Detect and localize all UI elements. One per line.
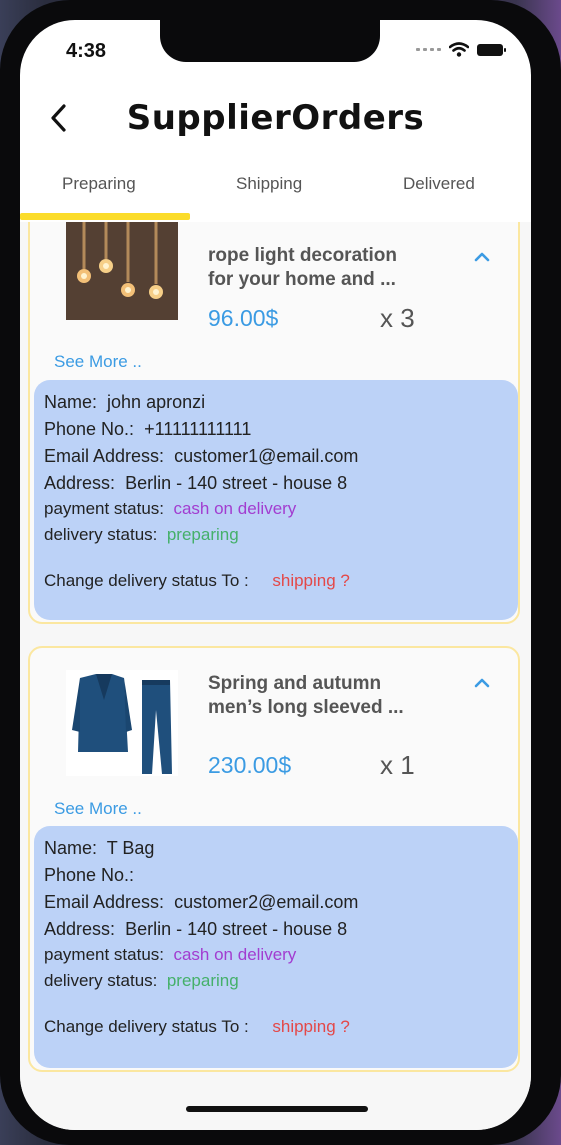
tab-delivered[interactable]: Delivered [403,174,475,194]
delivery-status-value: preparing [166,525,239,544]
change-status-row: Change delivery status To : shipping ? [44,571,350,590]
wifi-icon [449,42,469,57]
phone-row: Phone No.: [44,865,135,885]
product-price: 96.00$ [208,305,279,331]
product-quantity: x 1 [380,750,415,780]
notch [160,20,380,62]
app-bar: SupplierOrders [20,84,531,154]
email-row: Email Address: customer1@email.com [44,446,359,466]
customer-details: Name: john apronzi Phone No.: +111111111… [34,380,518,620]
phone-row: Phone No.: +11111111111 [44,419,252,439]
change-status-row: Change delivery status To : shipping ? [44,1017,350,1036]
payment-status-value: cash on delivery [173,945,297,964]
delivery-status-row: delivery status: preparing [44,971,239,990]
orders-list[interactable]: rope light decoration for your home and … [20,222,531,1130]
tab-preparing[interactable]: Preparing [62,174,136,194]
address-row: Address: Berlin - 140 street - house 8 [44,919,348,939]
customer-details: Name: T Bag Phone No.: Email Address: cu… [34,826,518,1068]
payment-status-row: payment status: cash on delivery [44,945,297,964]
email-row: Email Address: customer2@email.com [44,892,359,912]
delivery-status-value: preparing [166,971,239,990]
app-screen: 4:38 SupplierOrders Preparing Shipping D… [20,20,531,1130]
home-indicator[interactable] [186,1106,368,1112]
suit-image [66,670,178,776]
order-card: Spring and autumn men’s long sleeved ...… [28,646,520,1072]
tab-bar: Preparing Shipping Delivered [20,168,531,222]
chevron-up-icon[interactable] [472,676,492,690]
page-title: SupplierOrders [126,98,425,138]
rope-light-image [66,222,178,320]
customer-name-row: Name: T Bag [44,838,155,858]
product-quantity: x 3 [380,303,415,333]
tab-shipping[interactable]: Shipping [236,174,302,194]
customer-name-row: Name: john apronzi [44,392,206,412]
product-name: rope light decoration for your home and … [208,245,397,290]
change-status-button[interactable]: shipping ? [272,1017,350,1036]
delivery-status-row: delivery status: preparing [44,525,239,544]
see-more-link[interactable]: See More .. [54,799,142,819]
battery-icon [477,43,506,56]
product-price: 230.00$ [208,752,292,778]
order-card: rope light decoration for your home and … [28,222,520,624]
status-icons [416,42,506,57]
see-more-link[interactable]: See More .. [54,352,142,372]
chevron-up-icon[interactable] [472,250,492,264]
address-row: Address: Berlin - 140 street - house 8 [44,473,348,493]
status-time: 4:38 [66,40,107,62]
change-status-button[interactable]: shipping ? [272,571,350,590]
payment-status-row: payment status: cash on delivery [44,499,297,518]
payment-status-value: cash on delivery [173,499,297,518]
tab-indicator [20,213,190,220]
product-name: Spring and autumn men’s long sleeved ... [208,673,404,718]
signal-icon [416,48,441,51]
phone-frame: 4:38 SupplierOrders Preparing Shipping D… [0,0,561,1145]
